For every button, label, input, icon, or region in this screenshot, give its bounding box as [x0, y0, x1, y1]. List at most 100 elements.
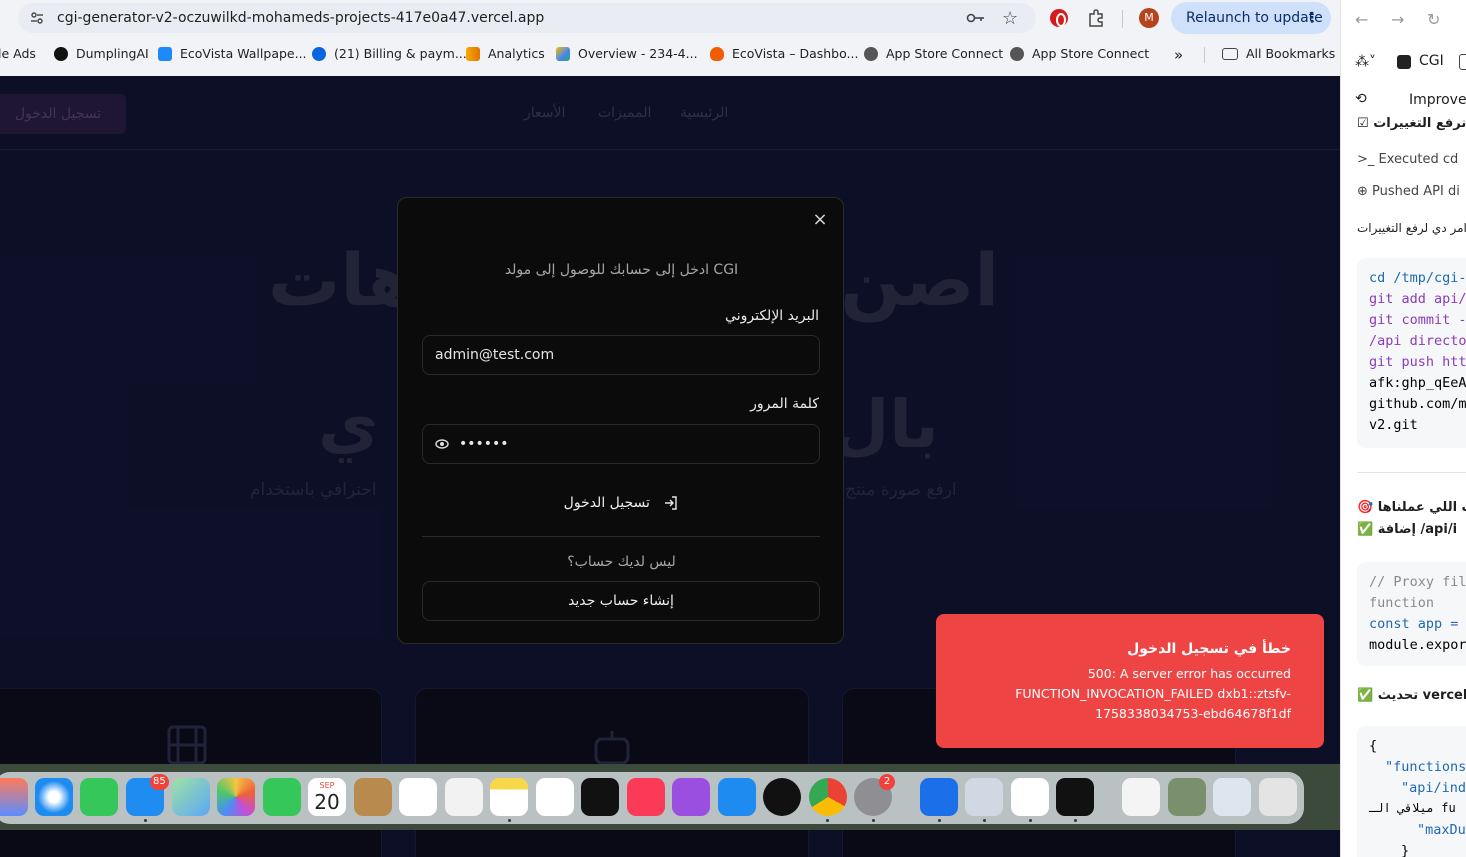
photos-icon[interactable]	[217, 778, 255, 816]
toast-message: 500: A server error has occurred FUNCTIO…	[1015, 666, 1291, 721]
panel-menu-icon[interactable]: ⁂˅	[1355, 54, 1376, 70]
extensions-puzzle-icon[interactable]	[1086, 8, 1106, 28]
commands-note: وامر دي لرفع التغييرات	[1357, 221, 1466, 235]
mail-badge: 85	[150, 774, 169, 790]
contacts-icon[interactable]	[354, 778, 392, 816]
archive-icon[interactable]	[1122, 778, 1160, 816]
code-line: git commit -	[1369, 312, 1466, 328]
capcut-icon[interactable]	[1011, 778, 1049, 816]
settings-badge: 2	[879, 774, 895, 790]
calendar-day: 20	[314, 790, 340, 814]
code-line: ميلاقي الـ fu	[1369, 801, 1456, 815]
calendar-month: SEP	[319, 781, 335, 790]
menu-kebab-icon[interactable]: ⋮	[1305, 2, 1319, 34]
panel-heading: ☑ ي نرفع التغييرات	[1357, 116, 1466, 131]
running-indicator	[938, 819, 941, 822]
dialog-subtitle: ادخل إلى حسابك للوصول إلى مولد CGI	[504, 262, 739, 278]
panel-divider	[1357, 472, 1466, 473]
maps-icon[interactable]	[172, 778, 210, 816]
analytics-icon	[466, 46, 480, 61]
code-line: }	[1401, 843, 1410, 857]
code-line: {	[1369, 738, 1378, 754]
notes-icon[interactable]	[490, 778, 528, 816]
cgi-tab-icon	[1397, 55, 1411, 69]
launchpad-icon[interactable]	[0, 778, 28, 816]
app-store-icon[interactable]	[718, 778, 756, 816]
apple-icon	[1010, 46, 1024, 61]
facetime-icon[interactable]	[263, 778, 301, 816]
site-settings-icon[interactable]	[30, 11, 44, 25]
bookmark-item[interactable]: EcoVista – Dashbo...	[710, 46, 858, 61]
screenshot-icon[interactable]	[445, 778, 483, 816]
reload-icon[interactable]: ↻	[1427, 10, 1440, 29]
terminal-icon[interactable]	[1056, 778, 1094, 816]
email-field[interactable]: admin@test.com	[422, 335, 820, 375]
safari-icon[interactable]	[35, 778, 73, 816]
bookmark-item[interactable]: App Store Connect	[864, 46, 1003, 61]
back-icon[interactable]: ←	[1355, 10, 1368, 29]
email-label: البريد الإلكتروني	[725, 308, 819, 324]
add-item: ✅ إضافة /api/i	[1357, 522, 1458, 537]
code-line: cd /tmp/cgi-	[1369, 270, 1466, 286]
preview-icon[interactable]	[965, 778, 1003, 816]
xcode-icon[interactable]	[920, 778, 958, 816]
bookmarks-bar: le Ads DumplingAI EcoVista Wallpape... (…	[0, 42, 1340, 68]
music-icon[interactable]	[627, 778, 665, 816]
bookmark-item[interactable]: Overview - 234-4...	[556, 46, 698, 61]
bookmark-item[interactable]: Analytics	[466, 46, 545, 61]
history-icon[interactable]: ⟲	[1355, 91, 1367, 107]
trash-icon[interactable]	[1259, 778, 1297, 816]
downloads-stack-icon[interactable]	[1168, 778, 1206, 816]
reminders-icon[interactable]	[399, 778, 437, 816]
create-account-button[interactable]: إنشاء حساب جديد	[422, 581, 820, 621]
relaunch-button[interactable]: Relaunch to update ⋮	[1171, 2, 1331, 34]
eye-icon[interactable]	[435, 438, 449, 450]
error-toast[interactable]: خطأ في تسجيل الدخول 500: A server error …	[936, 614, 1324, 748]
extension-icon[interactable]	[1050, 9, 1068, 27]
bookmark-item[interactable]: App Store Connect	[1010, 46, 1149, 61]
dumpling-icon	[54, 46, 68, 61]
freeform-icon[interactable]	[536, 778, 574, 816]
login-dialog: × ادخل إلى حسابك للوصول إلى مولد CGI الب…	[397, 197, 844, 644]
bookmark-item[interactable]: EcoVista Wallpape...	[158, 46, 307, 61]
folder-icon	[1222, 47, 1238, 60]
meta-icon	[312, 46, 326, 61]
panel-tab-title[interactable]: CGI	[1419, 53, 1444, 69]
running-indicator	[872, 819, 875, 822]
clock-icon[interactable]	[763, 778, 801, 816]
chrome-icon[interactable]	[809, 778, 847, 816]
screenshot-file-icon[interactable]	[1213, 778, 1251, 816]
code-line: git add api/	[1369, 291, 1466, 307]
podcasts-icon[interactable]	[672, 778, 710, 816]
apple-tv-icon[interactable]	[581, 778, 619, 816]
executed-step: >_ Executed cd	[1357, 152, 1459, 167]
all-bookmarks[interactable]: All Bookmarks	[1222, 46, 1335, 61]
address-bar[interactable]: cgi-generator-v2-oczuwilkd-mohameds-proj…	[18, 3, 1036, 33]
submit-login-button[interactable]: تسجيل الدخول	[422, 485, 820, 521]
pushed-step: ⊕ Pushed API di	[1357, 184, 1460, 199]
bookmark-star-icon[interactable]: ☆	[1002, 8, 1018, 29]
profile-avatar[interactable]: M	[1139, 8, 1159, 28]
code-block: { "functions "api/ind ميلاقي الـ fu "max…	[1357, 726, 1466, 857]
running-indicator	[826, 819, 829, 822]
running-indicator	[983, 819, 986, 822]
login-arrow-icon	[665, 496, 678, 510]
no-account-text: ليس لديك حساب؟	[567, 554, 676, 570]
submit-label: تسجيل الدخول	[563, 495, 650, 511]
dialog-divider	[422, 536, 820, 537]
password-value: ••••••	[459, 436, 509, 452]
url-text[interactable]: cgi-generator-v2-oczuwilkd-mohameds-proj…	[57, 10, 544, 26]
code-line: v2.git	[1369, 417, 1418, 433]
calendar-icon[interactable]: SEP 20	[308, 778, 346, 816]
close-icon[interactable]: ×	[811, 211, 829, 229]
update-item: ✅ تحديث vercel	[1357, 688, 1466, 703]
forward-icon[interactable]: →	[1391, 10, 1404, 29]
bookmark-item[interactable]: DumplingAI	[54, 46, 149, 61]
messages-icon[interactable]	[80, 778, 118, 816]
bookmark-item[interactable]: (21) Billing & paym...	[312, 46, 467, 61]
password-key-icon[interactable]	[966, 11, 986, 25]
bookmark-item[interactable]: le Ads	[0, 46, 36, 61]
password-field[interactable]: ••••••	[422, 424, 820, 464]
code-line: // Proxy fil	[1369, 574, 1466, 590]
bookmarks-more-icon[interactable]: »	[1174, 46, 1183, 64]
